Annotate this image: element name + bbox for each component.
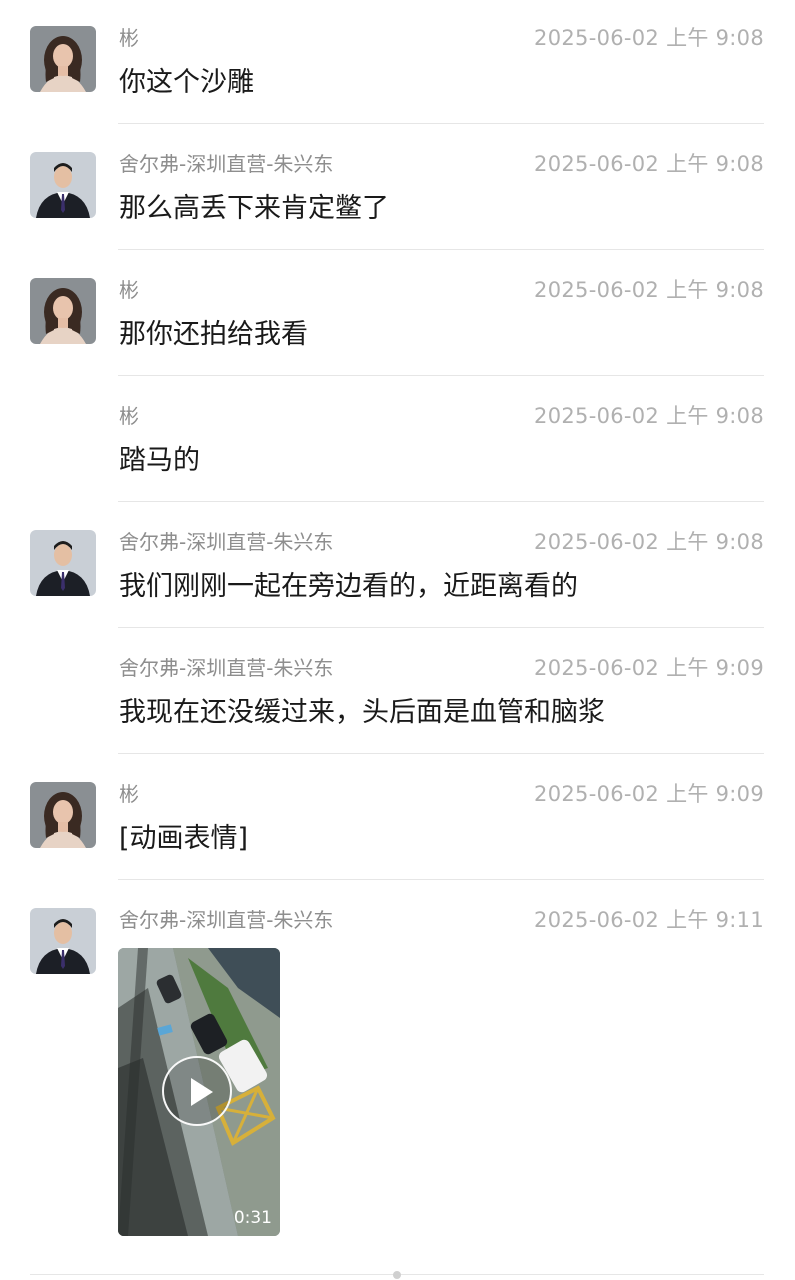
sender-name: 彬 — [119, 26, 139, 50]
message-text[interactable]: 我现在还没缓过来，头后面是血管和脑浆 — [119, 690, 605, 729]
avatar[interactable] — [30, 530, 96, 596]
message-item: 舍尔弗-深圳直营-朱兴东 2025-06-02 上午 9:08 我们刚刚一起在旁… — [0, 504, 795, 628]
message-item: 彬 2025-06-02 上午 9:08 你这个沙雕 — [0, 0, 795, 124]
timestamp: 2025-06-02 上午 9:08 — [534, 26, 764, 50]
sender-name: 舍尔弗-深圳直营-朱兴东 — [119, 908, 334, 932]
sender-name: 彬 — [119, 782, 139, 806]
message-item: 彬 2025-06-02 上午 9:09 [动画表情] — [0, 756, 795, 880]
video-duration: 0:31 — [233, 1208, 272, 1228]
avatar[interactable] — [30, 908, 96, 974]
divider — [118, 879, 764, 880]
scroll-indicator — [393, 1271, 401, 1279]
divider — [118, 123, 764, 124]
timestamp: 2025-06-02 上午 9:08 — [534, 152, 764, 176]
sender-name: 彬 — [119, 278, 139, 302]
play-icon[interactable] — [162, 1056, 232, 1126]
message-item: 舍尔弗-深圳直营-朱兴东 2025-06-02 上午 9:11 0:31 — [0, 882, 795, 1262]
message-text[interactable]: 你这个沙雕 — [119, 60, 254, 99]
avatar[interactable] — [30, 278, 96, 344]
message-text[interactable]: 那么高丢下来肯定鳖了 — [119, 186, 389, 225]
sender-name: 舍尔弗-深圳直营-朱兴东 — [119, 152, 334, 176]
avatar[interactable] — [30, 26, 96, 92]
sender-name: 彬 — [119, 404, 139, 428]
message-text[interactable]: 踏马的 — [119, 438, 200, 477]
video-message[interactable]: 0:31 — [118, 948, 280, 1236]
timestamp: 2025-06-02 上午 9:08 — [534, 278, 764, 302]
timestamp: 2025-06-02 上午 9:08 — [534, 404, 764, 428]
divider — [118, 501, 764, 502]
message-text[interactable]: 我们刚刚一起在旁边看的，近距离看的 — [119, 564, 578, 603]
divider — [118, 753, 764, 754]
avatar[interactable] — [30, 782, 96, 848]
divider — [118, 249, 764, 250]
message-item: 舍尔弗-深圳直营-朱兴东 2025-06-02 上午 9:08 那么高丢下来肯定… — [0, 126, 795, 250]
timestamp: 2025-06-02 上午 9:11 — [534, 908, 764, 932]
sender-name: 舍尔弗-深圳直营-朱兴东 — [119, 656, 334, 680]
divider — [118, 627, 764, 628]
divider — [118, 375, 764, 376]
message-text[interactable]: [动画表情] — [119, 816, 248, 855]
message-item: 舍尔弗-深圳直营-朱兴东 2025-06-02 上午 9:09 我现在还没缓过来… — [0, 630, 795, 754]
avatar[interactable] — [30, 152, 96, 218]
message-text[interactable]: 那你还拍给我看 — [119, 312, 308, 351]
sender-name: 舍尔弗-深圳直营-朱兴东 — [119, 530, 334, 554]
timestamp: 2025-06-02 上午 9:09 — [534, 782, 764, 806]
message-item: 彬 2025-06-02 上午 9:08 那你还拍给我看 — [0, 252, 795, 376]
timestamp: 2025-06-02 上午 9:09 — [534, 656, 764, 680]
timestamp: 2025-06-02 上午 9:08 — [534, 530, 764, 554]
message-item: 彬 2025-06-02 上午 9:08 踏马的 — [0, 378, 795, 502]
